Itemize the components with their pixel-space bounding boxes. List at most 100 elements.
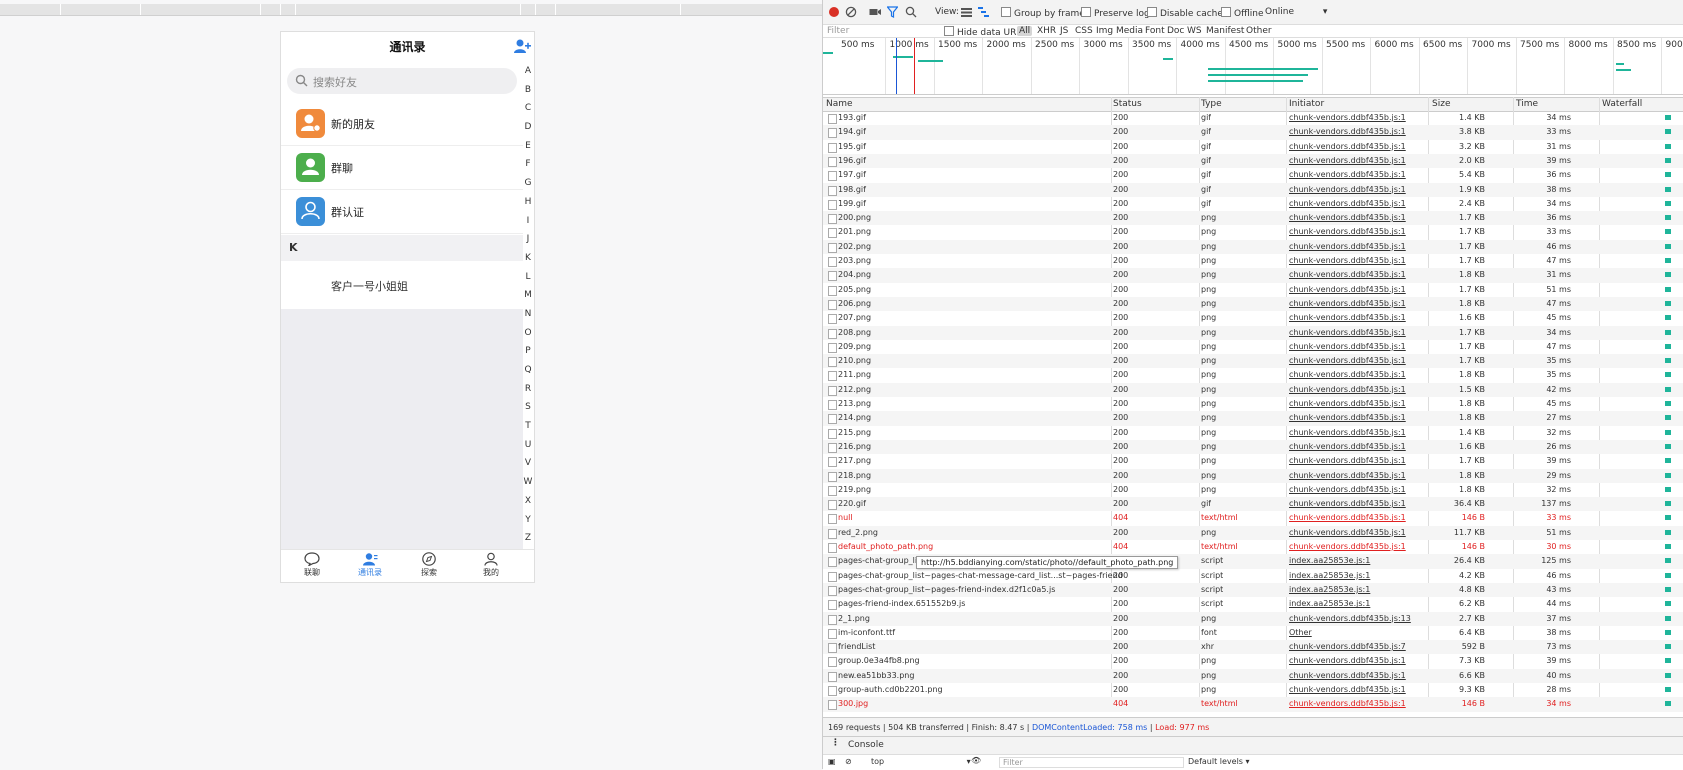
- index-letter[interactable]: J: [522, 230, 534, 249]
- col-initiator[interactable]: Initiator: [1289, 99, 1324, 109]
- new-friends-item[interactable]: 新的朋友: [281, 102, 523, 146]
- index-letter[interactable]: Q: [522, 361, 534, 380]
- request-row[interactable]: 220.gif200gifchunk-vendors.ddbf435b.js:1…: [823, 497, 1683, 511]
- disable-cache-checkbox[interactable]: Disable cache: [1147, 7, 1223, 19]
- filter-type-doc[interactable]: Doc: [1167, 26, 1184, 36]
- request-row[interactable]: 204.png200pngchunk-vendors.ddbf435b.js:1…: [823, 268, 1683, 282]
- list-view-icon[interactable]: [961, 8, 972, 17]
- filter-type-all[interactable]: All: [1017, 26, 1032, 36]
- request-row[interactable]: 194.gif200gifchunk-vendors.ddbf435b.js:1…: [823, 125, 1683, 139]
- more-icon[interactable]: ⋮: [831, 738, 840, 748]
- clear-console-icon[interactable]: ⊘: [845, 757, 852, 766]
- console-filter-input[interactable]: Filter: [999, 757, 1184, 768]
- request-row[interactable]: friendList200xhrchunk-vendors.ddbf435b.j…: [823, 640, 1683, 654]
- filter-type-font[interactable]: Font: [1145, 26, 1165, 36]
- record-icon[interactable]: [828, 6, 840, 18]
- request-row[interactable]: default_photo_path.png404text/htmlchunk-…: [823, 540, 1683, 554]
- hide-data-urls-checkbox[interactable]: Hide data URLs: [944, 26, 1026, 38]
- index-letter[interactable]: S: [522, 398, 534, 417]
- request-row[interactable]: 205.png200pngchunk-vendors.ddbf435b.js:1…: [823, 283, 1683, 297]
- filter-type-manifest[interactable]: Manifest: [1206, 26, 1244, 36]
- index-letter[interactable]: P: [522, 342, 534, 361]
- request-row[interactable]: im-iconfont.ttf200fontOther6.4 KB38 ms: [823, 626, 1683, 640]
- request-row[interactable]: 197.gif200gifchunk-vendors.ddbf435b.js:1…: [823, 168, 1683, 182]
- request-row[interactable]: new.ea51bb33.png200pngchunk-vendors.ddbf…: [823, 669, 1683, 683]
- index-letter[interactable]: X: [522, 492, 534, 511]
- request-row[interactable]: group.0e3a4fb8.png200pngchunk-vendors.dd…: [823, 654, 1683, 668]
- index-letter[interactable]: K: [522, 249, 534, 268]
- request-row[interactable]: 215.png200pngchunk-vendors.ddbf435b.js:1…: [823, 426, 1683, 440]
- request-row[interactable]: 216.png200pngchunk-vendors.ddbf435b.js:1…: [823, 440, 1683, 454]
- filter-type-ws[interactable]: WS: [1187, 26, 1202, 36]
- request-row[interactable]: 2_1.png200pngchunk-vendors.ddbf435b.js:1…: [823, 612, 1683, 626]
- index-letter[interactable]: U: [522, 436, 534, 455]
- filter-type-xhr[interactable]: XHR: [1037, 26, 1056, 36]
- filter-type-img[interactable]: Img: [1096, 26, 1113, 36]
- col-time[interactable]: Time: [1516, 99, 1538, 109]
- request-row[interactable]: pages-chat-group_list~pages-chat-message…: [823, 569, 1683, 583]
- clear-icon[interactable]: [845, 6, 857, 18]
- col-size[interactable]: Size: [1432, 99, 1450, 109]
- index-letter[interactable]: H: [522, 193, 534, 212]
- eye-icon[interactable]: 👁: [971, 756, 981, 765]
- index-letter[interactable]: T: [522, 417, 534, 436]
- index-letter[interactable]: G: [522, 174, 534, 193]
- request-row[interactable]: 213.png200pngchunk-vendors.ddbf435b.js:1…: [823, 397, 1683, 411]
- request-row[interactable]: 196.gif200gifchunk-vendors.ddbf435b.js:1…: [823, 154, 1683, 168]
- log-levels-select[interactable]: Default levels ▾: [1188, 757, 1250, 766]
- alphabet-index[interactable]: ABCDEFGHIJKLMNOPQRSTUVWXYZ: [522, 62, 534, 548]
- request-row[interactable]: 193.gif200gifchunk-vendors.ddbf435b.js:1…: [823, 111, 1683, 125]
- request-row[interactable]: 210.png200pngchunk-vendors.ddbf435b.js:1…: [823, 354, 1683, 368]
- index-letter[interactable]: O: [522, 324, 534, 343]
- request-row[interactable]: 214.png200pngchunk-vendors.ddbf435b.js:1…: [823, 411, 1683, 425]
- index-letter[interactable]: A: [522, 62, 534, 81]
- tab-chat[interactable]: 联聊: [292, 552, 332, 578]
- preserve-log-checkbox[interactable]: Preserve log: [1081, 7, 1150, 19]
- request-row[interactable]: 206.png200pngchunk-vendors.ddbf435b.js:1…: [823, 297, 1683, 311]
- request-row[interactable]: 203.png200pngchunk-vendors.ddbf435b.js:1…: [823, 254, 1683, 268]
- waterfall-view-icon[interactable]: [978, 7, 990, 17]
- index-letter[interactable]: I: [522, 212, 534, 231]
- request-row[interactable]: 219.png200pngchunk-vendors.ddbf435b.js:1…: [823, 483, 1683, 497]
- search-icon[interactable]: [905, 6, 917, 18]
- col-waterfall[interactable]: Waterfall: [1602, 99, 1642, 109]
- tab-contacts[interactable]: 通讯录: [350, 552, 390, 578]
- group-auth-item[interactable]: 群认证: [281, 190, 523, 234]
- request-row[interactable]: pages-chat-group_list~pages-friend-index…: [823, 583, 1683, 597]
- index-letter[interactable]: E: [522, 137, 534, 156]
- filter-type-other[interactable]: Other: [1246, 26, 1272, 36]
- tab-me[interactable]: 我的: [471, 552, 511, 578]
- sidebar-toggle-icon[interactable]: ▣: [828, 757, 836, 766]
- add-friend-icon[interactable]: [513, 38, 531, 56]
- throttling-select[interactable]: Online ▾: [1265, 7, 1327, 17]
- index-letter[interactable]: W: [522, 473, 534, 492]
- index-letter[interactable]: F: [522, 155, 534, 174]
- request-row[interactable]: 200.png200pngchunk-vendors.ddbf435b.js:1…: [823, 211, 1683, 225]
- group-chat-item[interactable]: 群聊: [281, 146, 523, 190]
- request-row[interactable]: red_2.png200pngchunk-vendors.ddbf435b.js…: [823, 526, 1683, 540]
- filter-icon[interactable]: [887, 6, 898, 18]
- request-row[interactable]: 209.png200pngchunk-vendors.ddbf435b.js:1…: [823, 340, 1683, 354]
- filter-type-js[interactable]: JS: [1060, 26, 1068, 36]
- request-row[interactable]: pages-friend-index.651552b9.js200scripti…: [823, 597, 1683, 611]
- col-type[interactable]: Type: [1201, 99, 1222, 109]
- index-letter[interactable]: Z: [522, 529, 534, 548]
- offline-checkbox[interactable]: Offline: [1221, 7, 1264, 19]
- index-letter[interactable]: C: [522, 99, 534, 118]
- index-letter[interactable]: R: [522, 380, 534, 399]
- context-select[interactable]: top ▾: [871, 757, 971, 766]
- request-row[interactable]: 201.png200pngchunk-vendors.ddbf435b.js:1…: [823, 225, 1683, 239]
- index-letter[interactable]: B: [522, 81, 534, 100]
- request-row[interactable]: 207.png200pngchunk-vendors.ddbf435b.js:1…: [823, 311, 1683, 325]
- col-name[interactable]: Name: [826, 99, 853, 109]
- col-status[interactable]: Status: [1113, 99, 1142, 109]
- index-letter[interactable]: Y: [522, 511, 534, 530]
- filter-input[interactable]: Filter: [827, 26, 849, 36]
- request-row[interactable]: 217.png200pngchunk-vendors.ddbf435b.js:1…: [823, 454, 1683, 468]
- index-letter[interactable]: M: [522, 286, 534, 305]
- request-row[interactable]: 199.gif200gifchunk-vendors.ddbf435b.js:1…: [823, 197, 1683, 211]
- camera-icon[interactable]: [869, 7, 881, 17]
- tab-console[interactable]: Console: [848, 740, 884, 750]
- request-row[interactable]: 198.gif200gifchunk-vendors.ddbf435b.js:1…: [823, 183, 1683, 197]
- request-row[interactable]: 211.png200pngchunk-vendors.ddbf435b.js:1…: [823, 368, 1683, 382]
